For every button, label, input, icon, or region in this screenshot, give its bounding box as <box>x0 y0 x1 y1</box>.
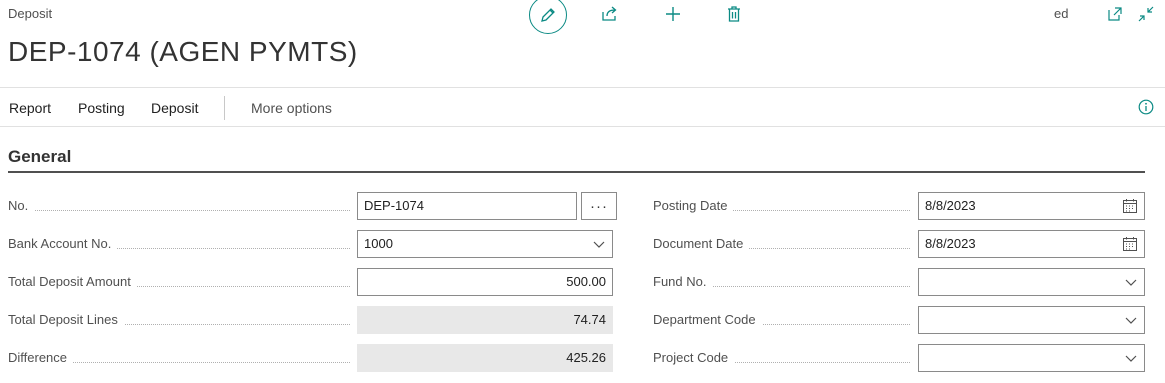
document-date-value: 8/8/2023 <box>925 236 976 251</box>
more-options-button[interactable]: More options <box>251 100 332 116</box>
delete-button[interactable] <box>723 3 745 25</box>
new-icon <box>666 7 680 21</box>
edit-button[interactable] <box>529 0 567 34</box>
document-date-input[interactable]: 8/8/2023 <box>918 230 1145 258</box>
chevron-down-icon <box>1125 317 1137 324</box>
action-bar: Report Posting Deposit More options <box>0 87 1165 127</box>
share-button[interactable] <box>599 3 621 25</box>
share-icon <box>602 6 617 21</box>
field-label-fund-no: Fund No. <box>653 269 918 295</box>
ellipsis-icon: ··· <box>590 197 608 215</box>
bank-account-no-value: 1000 <box>364 236 393 251</box>
action-deposit[interactable]: Deposit <box>151 100 198 116</box>
chevron-down-icon <box>1125 355 1137 362</box>
posting-date-input[interactable]: 8/8/2023 <box>918 192 1145 220</box>
field-label-no: No. <box>8 193 358 219</box>
posting-date-value: 8/8/2023 <box>925 198 976 213</box>
action-separator <box>224 96 225 120</box>
open-new-window-button[interactable] <box>1105 4 1125 24</box>
info-icon[interactable] <box>1138 99 1154 115</box>
department-code-select[interactable] <box>918 306 1145 334</box>
fund-no-select[interactable] <box>918 268 1145 296</box>
collapse-icon <box>1138 6 1154 22</box>
field-label-total-deposit-amount: Total Deposit Amount <box>8 269 358 295</box>
saved-status: ed <box>1054 6 1069 21</box>
section-divider <box>8 171 1145 173</box>
page-caption: Deposit <box>8 6 53 21</box>
edit-icon <box>541 8 555 22</box>
delete-icon <box>728 6 740 22</box>
field-label-total-deposit-lines: Total Deposit Lines <box>8 307 358 333</box>
field-label-difference: Difference <box>8 345 358 371</box>
difference-value: 425.26 <box>357 344 613 372</box>
new-button[interactable] <box>662 3 684 25</box>
calendar-icon[interactable] <box>1122 198 1138 214</box>
bank-account-no-select[interactable]: 1000 <box>357 230 613 258</box>
chevron-down-icon <box>1125 279 1137 286</box>
no-input[interactable]: DEP-1074 <box>357 192 577 220</box>
calendar-icon[interactable] <box>1122 236 1138 252</box>
total-deposit-lines-value: 74.74 <box>357 306 613 334</box>
collapse-button[interactable] <box>1136 4 1156 24</box>
chevron-down-icon <box>593 241 605 248</box>
open-new-window-icon <box>1108 7 1122 21</box>
field-label-department-code: Department Code <box>653 307 918 333</box>
action-report[interactable]: Report <box>9 100 51 116</box>
section-general-title: General <box>8 147 72 166</box>
no-assist-button[interactable]: ··· <box>581 192 617 220</box>
field-label-posting-date: Posting Date <box>653 193 918 219</box>
field-label-bank-account-no: Bank Account No. <box>8 231 358 257</box>
project-code-select[interactable] <box>918 344 1145 372</box>
field-label-project-code: Project Code <box>653 345 918 371</box>
page-title: DEP-1074 (AGEN PYMTS) <box>8 36 358 67</box>
total-deposit-amount-input[interactable]: 500.00 <box>357 268 613 296</box>
field-label-document-date: Document Date <box>653 231 918 257</box>
action-posting[interactable]: Posting <box>78 100 125 116</box>
